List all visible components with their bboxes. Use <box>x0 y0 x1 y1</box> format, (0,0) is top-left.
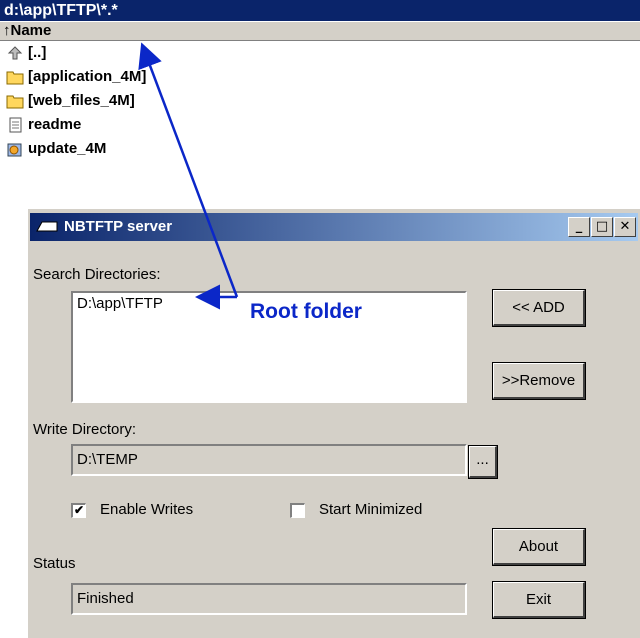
annotation-arrows <box>138 42 239 310</box>
arrow-to-path <box>138 42 239 298</box>
